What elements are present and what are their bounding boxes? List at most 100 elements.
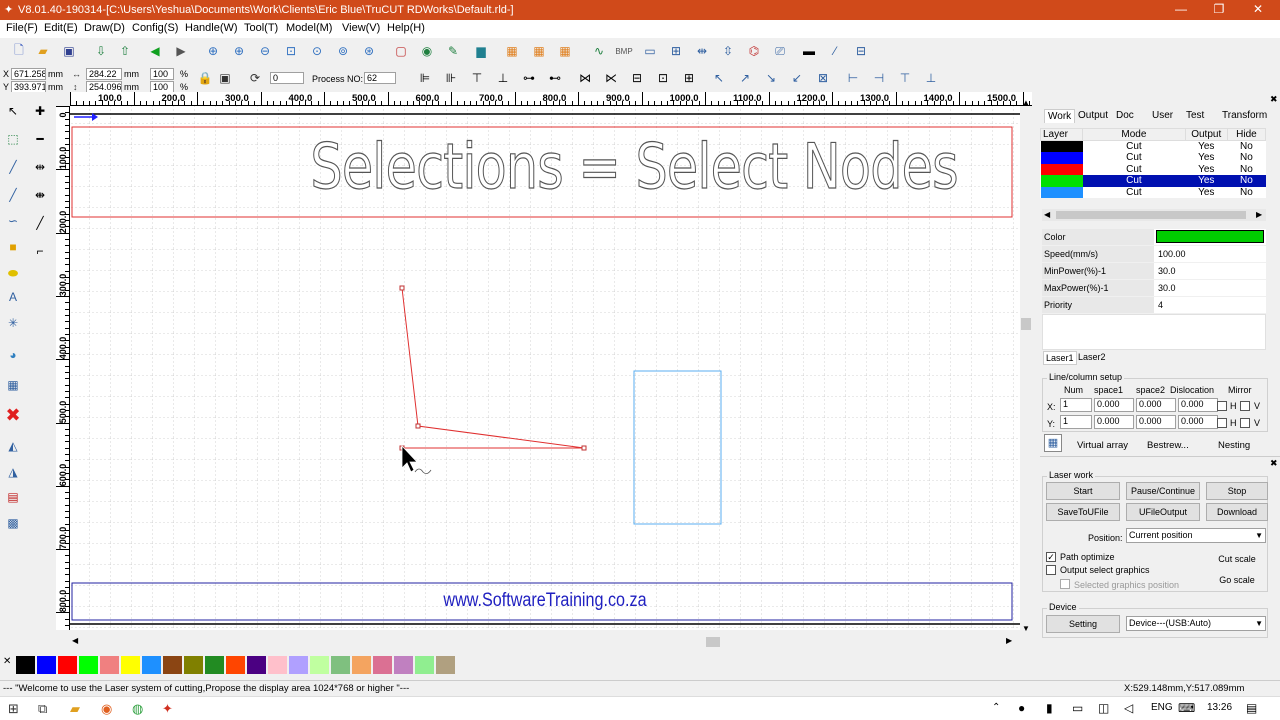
prop-minpower-row[interactable]: MinPower(%)-1 30.0 bbox=[1042, 263, 1266, 279]
palette-swatch[interactable] bbox=[205, 656, 224, 674]
layer-hide-cell[interactable]: No bbox=[1227, 175, 1266, 187]
layer-color-cell[interactable] bbox=[1040, 140, 1083, 152]
pause-continue-button[interactable]: Pause/Continue bbox=[1126, 482, 1200, 500]
align-top-icon[interactable]: ⊤ bbox=[468, 69, 486, 87]
task-view-icon[interactable]: ⧉ bbox=[38, 701, 47, 717]
palette-swatch[interactable] bbox=[268, 656, 287, 674]
layer-mode-cell[interactable]: Cut bbox=[1083, 187, 1185, 199]
prop-priority-value[interactable]: 4 bbox=[1154, 297, 1266, 313]
palette-swatch[interactable] bbox=[289, 656, 308, 674]
go-scale-button[interactable]: Go scale bbox=[1206, 572, 1268, 590]
same-width-icon[interactable]: ⋈ bbox=[576, 69, 594, 87]
layer-hide-cell[interactable]: No bbox=[1227, 164, 1265, 176]
scroll-up-icon[interactable]: ▲ bbox=[1022, 98, 1030, 107]
canvas-headline[interactable]: Selections = Select Nodes bbox=[310, 129, 959, 203]
chrome-icon[interactable]: ◍ bbox=[132, 701, 143, 717]
distribute-h-icon[interactable]: ⇹ bbox=[693, 42, 711, 60]
distribute-bottom-icon[interactable]: ⊥ bbox=[922, 69, 940, 87]
palette-swatch[interactable] bbox=[100, 656, 119, 674]
break-node-icon[interactable]: ⇹ bbox=[31, 158, 49, 176]
prop-minpower-value[interactable]: 30.0 bbox=[1154, 263, 1266, 279]
export-icon[interactable]: ⇧ bbox=[116, 42, 134, 60]
keyboard-icon[interactable]: ⌨ bbox=[1178, 701, 1195, 715]
ufile-output-button[interactable]: UFileOutput bbox=[1126, 503, 1200, 521]
device-select[interactable]: Device---(USB:Auto) ▼ bbox=[1126, 616, 1266, 631]
move-topright-icon[interactable]: ↗ bbox=[736, 69, 754, 87]
move-topleft-icon[interactable]: ↖ bbox=[710, 69, 728, 87]
prop-speed-row[interactable]: Speed(mm/s) 100.00 bbox=[1042, 246, 1266, 262]
nesting-button[interactable]: Nesting bbox=[1218, 440, 1250, 451]
new-file-icon[interactable]: 🗋 bbox=[10, 42, 28, 60]
join-node-icon[interactable]: ⇼ bbox=[31, 186, 49, 204]
layer-output-cell[interactable]: Yes bbox=[1185, 175, 1228, 187]
prop-maxpower-value[interactable]: 30.0 bbox=[1154, 280, 1266, 296]
palette-swatch[interactable] bbox=[415, 656, 434, 674]
same-size-icon[interactable]: ⊟ bbox=[628, 69, 646, 87]
node-icon[interactable]: ◉ bbox=[418, 42, 436, 60]
palette-swatch[interactable] bbox=[436, 656, 455, 674]
menu-help[interactable]: Help(H) bbox=[387, 22, 425, 34]
layer-color-cell[interactable] bbox=[1040, 152, 1083, 164]
battery-icon[interactable]: ▭ bbox=[1072, 701, 1083, 715]
layer-color-cell[interactable] bbox=[1040, 175, 1083, 187]
palette-swatch[interactable] bbox=[121, 656, 140, 674]
horizontal-scrollbar[interactable]: ◀ ▶ bbox=[70, 636, 1020, 648]
close-button[interactable]: ✕ bbox=[1251, 2, 1265, 16]
frame-icon[interactable]: ▢ bbox=[392, 42, 410, 60]
layer-mode-cell[interactable]: Cut bbox=[1082, 175, 1186, 187]
node-handle-3[interactable] bbox=[581, 445, 587, 451]
zoom-fit-icon[interactable]: ⊙ bbox=[308, 42, 326, 60]
tab-laser1[interactable]: Laser1 bbox=[1043, 351, 1077, 365]
tray-app-icon[interactable]: ● bbox=[1018, 701, 1025, 715]
laser-icon[interactable]: ⌬ bbox=[745, 42, 763, 60]
prop-color-swatch[interactable] bbox=[1156, 230, 1264, 243]
mirror-v-icon[interactable]: ◮ bbox=[4, 463, 22, 481]
layer-color-cell[interactable] bbox=[1040, 186, 1083, 198]
palette-swatch[interactable] bbox=[310, 656, 329, 674]
file-explorer-icon[interactable]: ▰ bbox=[70, 701, 80, 717]
zoom-window-icon[interactable]: ⊡ bbox=[282, 42, 300, 60]
usb-icon[interactable]: ▮ bbox=[1046, 701, 1053, 715]
delete-icon[interactable]: ✖ bbox=[4, 405, 22, 425]
array-x-space2[interactable]: 0.000 bbox=[1136, 398, 1176, 412]
layer-output-cell[interactable]: Yes bbox=[1185, 164, 1227, 176]
center-align-icon[interactable]: ⊡ bbox=[654, 69, 672, 87]
apply-size-icon[interactable]: ▣ bbox=[216, 69, 234, 87]
curve-icon[interactable]: ✎ bbox=[444, 42, 462, 60]
prop-maxpower-row[interactable]: MaxPower(%)-1 30.0 bbox=[1042, 280, 1266, 296]
move-bottomleft-icon[interactable]: ↙ bbox=[788, 69, 806, 87]
menu-config[interactable]: Config(S) bbox=[132, 22, 178, 34]
palette-swatch[interactable] bbox=[184, 656, 203, 674]
distribute-v-icon[interactable]: ⇳ bbox=[719, 42, 737, 60]
array-y-dislocation[interactable]: 0.000 bbox=[1178, 415, 1218, 429]
align-left-icon[interactable]: ⊫ bbox=[416, 69, 434, 87]
layer-color-cell[interactable] bbox=[1040, 163, 1083, 175]
array-tool-icon[interactable]: ▩ bbox=[4, 514, 22, 532]
rectangle-tool-icon[interactable]: ■ bbox=[4, 238, 22, 256]
palette-swatch[interactable] bbox=[331, 656, 350, 674]
tab-output[interactable]: Output bbox=[1078, 110, 1108, 121]
menu-model[interactable]: Model(M) bbox=[286, 22, 332, 34]
language-label[interactable]: ENG bbox=[1151, 702, 1173, 713]
prop-speed-value[interactable]: 100.00 bbox=[1154, 246, 1266, 262]
combine-icon[interactable]: ▦ bbox=[556, 42, 574, 60]
array-y-space1[interactable]: 0.000 bbox=[1094, 415, 1134, 429]
mirror-y-v-checkbox[interactable] bbox=[1240, 418, 1250, 428]
path-optimize-checkbox[interactable]: ✓ bbox=[1046, 552, 1056, 562]
menu-edit[interactable]: Edit(E) bbox=[44, 22, 78, 34]
menu-handle[interactable]: Handle(W) bbox=[185, 22, 238, 34]
node-handle-2[interactable] bbox=[415, 423, 421, 429]
delete-node-icon[interactable]: ━ bbox=[31, 130, 49, 148]
palette-swatch[interactable] bbox=[16, 656, 35, 674]
zoom-page-icon[interactable]: ⊚ bbox=[334, 42, 352, 60]
array-y-num[interactable]: 1 bbox=[1060, 415, 1092, 429]
rotate-angle-input[interactable]: 0 bbox=[270, 72, 304, 84]
layer-row[interactable]: Cut Yes No bbox=[1040, 175, 1266, 187]
process-no-input[interactable]: 62 bbox=[364, 72, 396, 84]
import-icon[interactable]: ⇩ bbox=[92, 42, 110, 60]
position-select[interactable]: Current position ▼ bbox=[1126, 528, 1266, 543]
layer-row[interactable]: Cut Yes No bbox=[1040, 140, 1266, 152]
measure-icon[interactable]: ⊟ bbox=[852, 42, 870, 60]
node-handle-1[interactable] bbox=[399, 285, 405, 291]
node-edit-icon[interactable]: ⬚ bbox=[4, 130, 22, 148]
